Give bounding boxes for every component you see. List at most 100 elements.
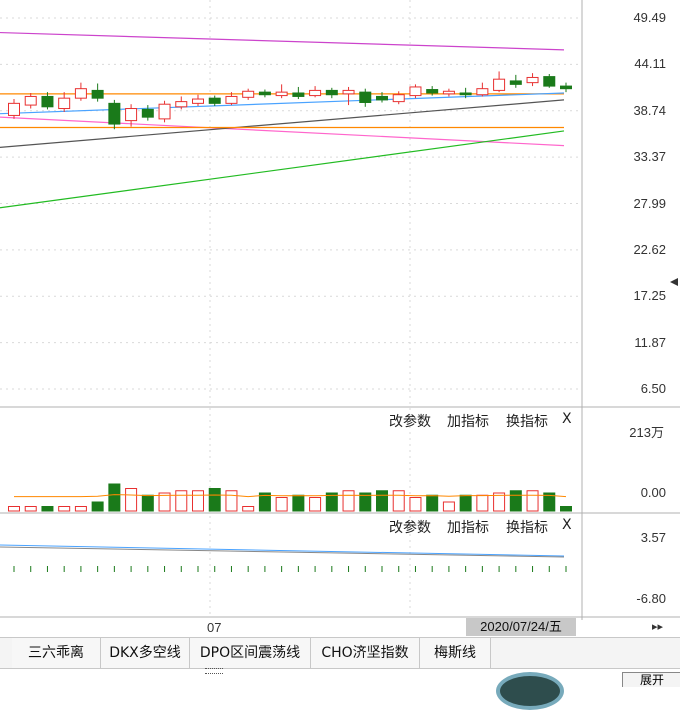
- candle-body: [275, 91, 288, 97]
- candle-body: [342, 89, 355, 95]
- indicator-line: [0, 546, 565, 558]
- volume-axis-max: 213万: [629, 425, 664, 440]
- selected-date-tag: 2020/07/24/五: [466, 618, 576, 636]
- volume-bar: [476, 494, 489, 512]
- volume-bar: [459, 494, 472, 512]
- volume-bar: [74, 506, 87, 512]
- volume-bar: [409, 497, 422, 512]
- candle-body: [292, 92, 305, 97]
- price-tick-label: 22.62: [633, 241, 666, 257]
- candle-body: [543, 76, 556, 87]
- floating-button[interactable]: [496, 672, 564, 710]
- candles: [8, 71, 572, 130]
- overlay-line: [0, 116, 565, 147]
- scroll-right-icon[interactable]: ▸▸: [652, 620, 663, 633]
- expand-button[interactable]: 展开: [622, 672, 680, 687]
- overlay-line: [0, 99, 565, 148]
- candle-body: [459, 92, 472, 96]
- price-tick-label: 11.87: [634, 334, 666, 350]
- candle-body: [560, 85, 572, 90]
- candle-body: [392, 94, 405, 103]
- candle-body: [442, 90, 455, 95]
- candle-body: [509, 80, 522, 85]
- volume-bar: [342, 490, 355, 512]
- indicator-tab-bar: 三六乖离 DKX多空线 DPO区间震荡线 CHO济坚指数 梅斯线: [0, 637, 680, 669]
- candle-body: [325, 89, 338, 96]
- volume-axis-min: 0.00: [640, 485, 666, 500]
- volume-bar: [175, 490, 188, 512]
- candle-body: [409, 86, 422, 97]
- candle-body: [359, 91, 372, 103]
- indicator-lines: [0, 31, 565, 209]
- candle-body: [8, 102, 20, 116]
- tab-mass[interactable]: 梅斯线: [420, 638, 491, 668]
- volume-bar: [560, 506, 572, 512]
- change-params-button[interactable]: 改参数: [389, 411, 431, 431]
- candle-body: [476, 88, 489, 96]
- close-icon[interactable]: X: [562, 517, 572, 533]
- add-indicator-button[interactable]: 加指标: [447, 411, 489, 431]
- volume-bar: [58, 506, 71, 512]
- price-tick-label: 49.49: [633, 10, 666, 25]
- candle-body: [242, 90, 255, 98]
- swap-indicator-button[interactable]: 换指标: [506, 411, 548, 431]
- price-tick-label: 44.11: [634, 56, 666, 72]
- change-params-button[interactable]: 改参数: [389, 517, 431, 537]
- volume-bar: [108, 483, 121, 512]
- candle-body: [426, 89, 439, 94]
- tab-cho[interactable]: CHO济坚指数: [311, 638, 420, 668]
- candle-body: [258, 91, 271, 96]
- volume-bar: [192, 490, 204, 512]
- overlay-line: [0, 130, 565, 209]
- volume-bar: [309, 497, 322, 512]
- volume-bar: [24, 506, 37, 512]
- candle-body: [58, 97, 71, 110]
- price-tick-label: 33.37: [633, 149, 666, 165]
- volume-bar: [442, 501, 455, 512]
- candle-body: [225, 95, 238, 104]
- drag-handle[interactable]: [205, 668, 223, 674]
- volume-bar: [8, 506, 20, 512]
- volume-bar: [275, 497, 288, 512]
- indicator-panel: [0, 544, 567, 572]
- candle-body: [41, 95, 54, 108]
- volume-bar: [376, 490, 388, 512]
- swap-indicator-button[interactable]: 换指标: [506, 517, 548, 537]
- tab-dkx[interactable]: DKX多空线: [101, 638, 190, 668]
- candle-body: [108, 102, 121, 125]
- candle-body: [141, 108, 154, 118]
- tab-sanliu[interactable]: 三六乖离: [12, 638, 101, 668]
- price-grid: [0, 0, 582, 617]
- candlestick-chart[interactable]: [0, 0, 680, 640]
- candle-body: [309, 89, 322, 97]
- indicator-line: [0, 544, 565, 557]
- volume-bar: [41, 506, 54, 512]
- volume-bar: [509, 490, 522, 512]
- candle-body: [158, 103, 171, 120]
- candle-body: [175, 101, 188, 108]
- price-tick-label: 27.99: [633, 195, 666, 211]
- volume-bar: [208, 488, 221, 512]
- volume-bar: [242, 506, 255, 512]
- x-axis-label: 07: [207, 620, 222, 635]
- candle-body: [208, 97, 221, 104]
- close-icon[interactable]: X: [562, 411, 572, 427]
- tab-dpo[interactable]: DPO区间震荡线: [190, 638, 311, 668]
- volume-bar: [91, 501, 104, 512]
- candle-body: [125, 108, 138, 122]
- add-indicator-button[interactable]: 加指标: [447, 517, 489, 537]
- price-tick-label: 17.25: [633, 288, 666, 304]
- indicator-axis-max: 3.57: [640, 530, 666, 545]
- volume-bar: [141, 494, 154, 512]
- candle-body: [24, 95, 37, 106]
- candle-body: [526, 76, 539, 84]
- volume-bar: [225, 490, 238, 512]
- volume-bar: [292, 494, 305, 512]
- volume-bar: [526, 490, 539, 512]
- price-tick-label: 6.50: [640, 381, 666, 396]
- candle-body: [91, 89, 104, 99]
- volume-bar: [392, 490, 405, 512]
- candle-body: [192, 98, 204, 104]
- volume-bar: [426, 494, 439, 512]
- candle-body: [376, 95, 388, 101]
